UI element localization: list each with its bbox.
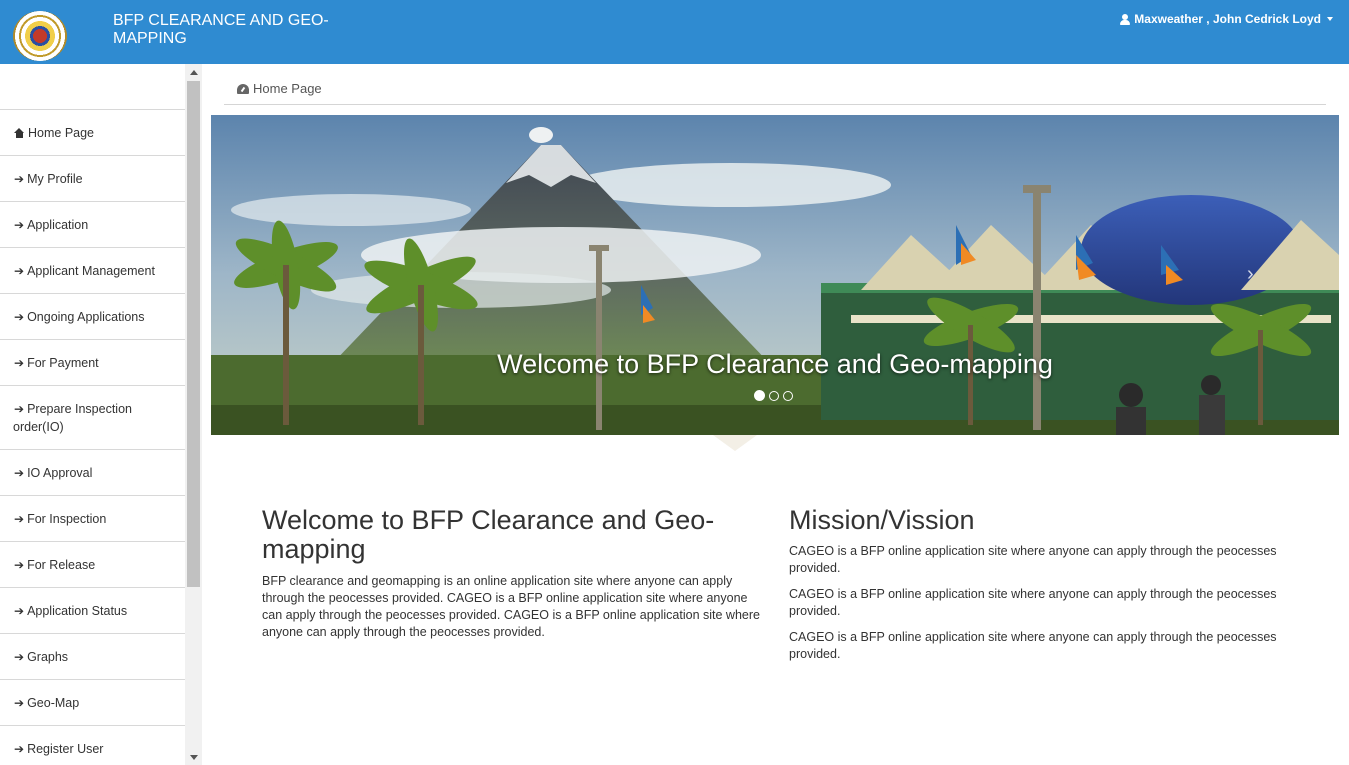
home-icon — [14, 127, 25, 138]
welcome-heading: Welcome to BFP Clearance and Geo-mapping — [262, 505, 715, 564]
carousel-indicator-1[interactable] — [754, 390, 765, 401]
arrow-right-icon: ➔ — [14, 401, 25, 416]
carousel-pointer — [713, 435, 757, 451]
sidebar-item-label: Geo-Map — [27, 695, 80, 710]
sidebar-item-applicant-management[interactable]: ➔ Applicant Management — [0, 248, 185, 294]
sidebar-item-application-status[interactable]: ➔ Application Status — [0, 588, 185, 634]
bfp-logo[interactable] — [13, 11, 67, 61]
arrow-right-icon: ➔ — [14, 741, 25, 756]
sidebar-item-label: Application Status — [27, 603, 128, 618]
sidebar-item-my-profile[interactable]: ➔ My Profile — [0, 156, 185, 202]
sidebar-item-label-wrap: ➔ Prepare Inspection order(IO) — [13, 400, 175, 436]
arrow-right-icon: ➔ — [14, 263, 25, 278]
carousel-slide-image — [211, 115, 1339, 435]
carousel-next-arrow-icon[interactable]: › — [1247, 263, 1254, 286]
sidebar-nav: Home Page ➔ My Profile ➔ Application ➔ A… — [0, 109, 185, 765]
app-title[interactable]: BFP CLEARANCE AND GEO-MAPPING — [113, 12, 373, 48]
sidebar-scrollbar[interactable] — [185, 64, 202, 765]
sidebar-item-home-page[interactable]: Home Page — [0, 110, 185, 156]
sidebar-item-for-inspection[interactable]: ➔ For Inspection — [0, 496, 185, 542]
carousel-indicators — [754, 390, 793, 401]
carousel-caption: Welcome to BFP Clearance and Geo-mapping — [497, 349, 1053, 379]
sidebar-item-label: My Profile — [27, 171, 83, 186]
scroll-up-arrow-icon[interactable] — [190, 70, 198, 75]
sidebar-item-label: Prepare Inspection order(IO) — [13, 401, 132, 434]
mission-heading: Mission/Vission — [789, 505, 975, 535]
sidebar-item-label: For Release — [27, 557, 96, 572]
user-name: Maxweather , John Cedrick Loyd — [1134, 12, 1321, 26]
arrow-right-icon: ➔ — [14, 557, 25, 572]
breadcrumb-divider — [224, 104, 1326, 105]
arrow-right-icon: ➔ — [14, 171, 25, 186]
sidebar: Home Page ➔ My Profile ➔ Application ➔ A… — [0, 64, 185, 765]
top-navbar: BFP CLEARANCE AND GEO-MAPPING Maxweather… — [0, 0, 1349, 64]
sidebar-item-label: For Payment — [27, 355, 99, 370]
sidebar-item-label: Register User — [27, 741, 104, 756]
dashboard-icon — [237, 83, 249, 94]
sidebar-item-label: Ongoing Applications — [27, 309, 145, 324]
arrow-right-icon: ➔ — [14, 465, 25, 480]
sidebar-item-label: IO Approval — [27, 465, 93, 480]
sidebar-item-register-user[interactable]: ➔ Register User — [0, 726, 185, 765]
mission-paragraph: CAGEO is a BFP online application site w… — [789, 544, 1277, 575]
breadcrumb: Home Page — [237, 81, 322, 96]
caret-down-icon — [1327, 17, 1333, 21]
sidebar-item-geo-map[interactable]: ➔ Geo-Map — [0, 680, 185, 726]
arrow-right-icon: ➔ — [14, 603, 25, 618]
sidebar-item-label: Graphs — [27, 649, 69, 664]
welcome-section: Welcome to BFP Clearance and Geo-mapping… — [262, 506, 762, 650]
arrow-right-icon: ➔ — [14, 217, 25, 232]
mission-paragraph: CAGEO is a BFP online application site w… — [789, 587, 1277, 618]
sidebar-item-graphs[interactable]: ➔ Graphs — [0, 634, 185, 680]
arrow-right-icon: ➔ — [14, 309, 25, 324]
scroll-down-arrow-icon[interactable] — [190, 755, 198, 760]
user-menu-dropdown[interactable]: Maxweather , John Cedrick Loyd — [1120, 12, 1333, 26]
sidebar-item-label: Applicant Management — [27, 263, 155, 278]
sidebar-item-for-release[interactable]: ➔ For Release — [0, 542, 185, 588]
sidebar-item-prepare-inspection-order[interactable]: ➔ Prepare Inspection order(IO) — [0, 386, 185, 450]
sidebar-item-label: Home Page — [28, 125, 95, 140]
sidebar-item-application[interactable]: ➔ Application — [0, 202, 185, 248]
sidebar-item-for-payment[interactable]: ➔ For Payment — [0, 340, 185, 386]
arrow-right-icon: ➔ — [14, 355, 25, 370]
sidebar-item-io-approval[interactable]: ➔ IO Approval — [0, 450, 185, 496]
hero-carousel[interactable]: Welcome to BFP Clearance and Geo-mapping… — [211, 115, 1339, 435]
arrow-right-icon: ➔ — [14, 649, 25, 664]
sidebar-item-label: Application — [27, 217, 89, 232]
scrollbar-thumb[interactable] — [187, 81, 200, 587]
breadcrumb-label[interactable]: Home Page — [253, 81, 322, 96]
user-icon — [1120, 13, 1131, 25]
arrow-right-icon: ➔ — [14, 695, 25, 710]
sidebar-item-ongoing-applications[interactable]: ➔ Ongoing Applications — [0, 294, 185, 340]
mission-section: Mission/Vission CAGEO is a BFP online ap… — [789, 506, 1299, 672]
sidebar-item-label: For Inspection — [27, 511, 107, 526]
carousel-indicator-3[interactable] — [783, 391, 793, 401]
carousel-indicator-2[interactable] — [769, 391, 779, 401]
arrow-right-icon: ➔ — [14, 511, 25, 526]
mission-paragraph: CAGEO is a BFP online application site w… — [789, 630, 1277, 661]
welcome-text: BFP clearance and geomapping is an onlin… — [262, 574, 760, 639]
